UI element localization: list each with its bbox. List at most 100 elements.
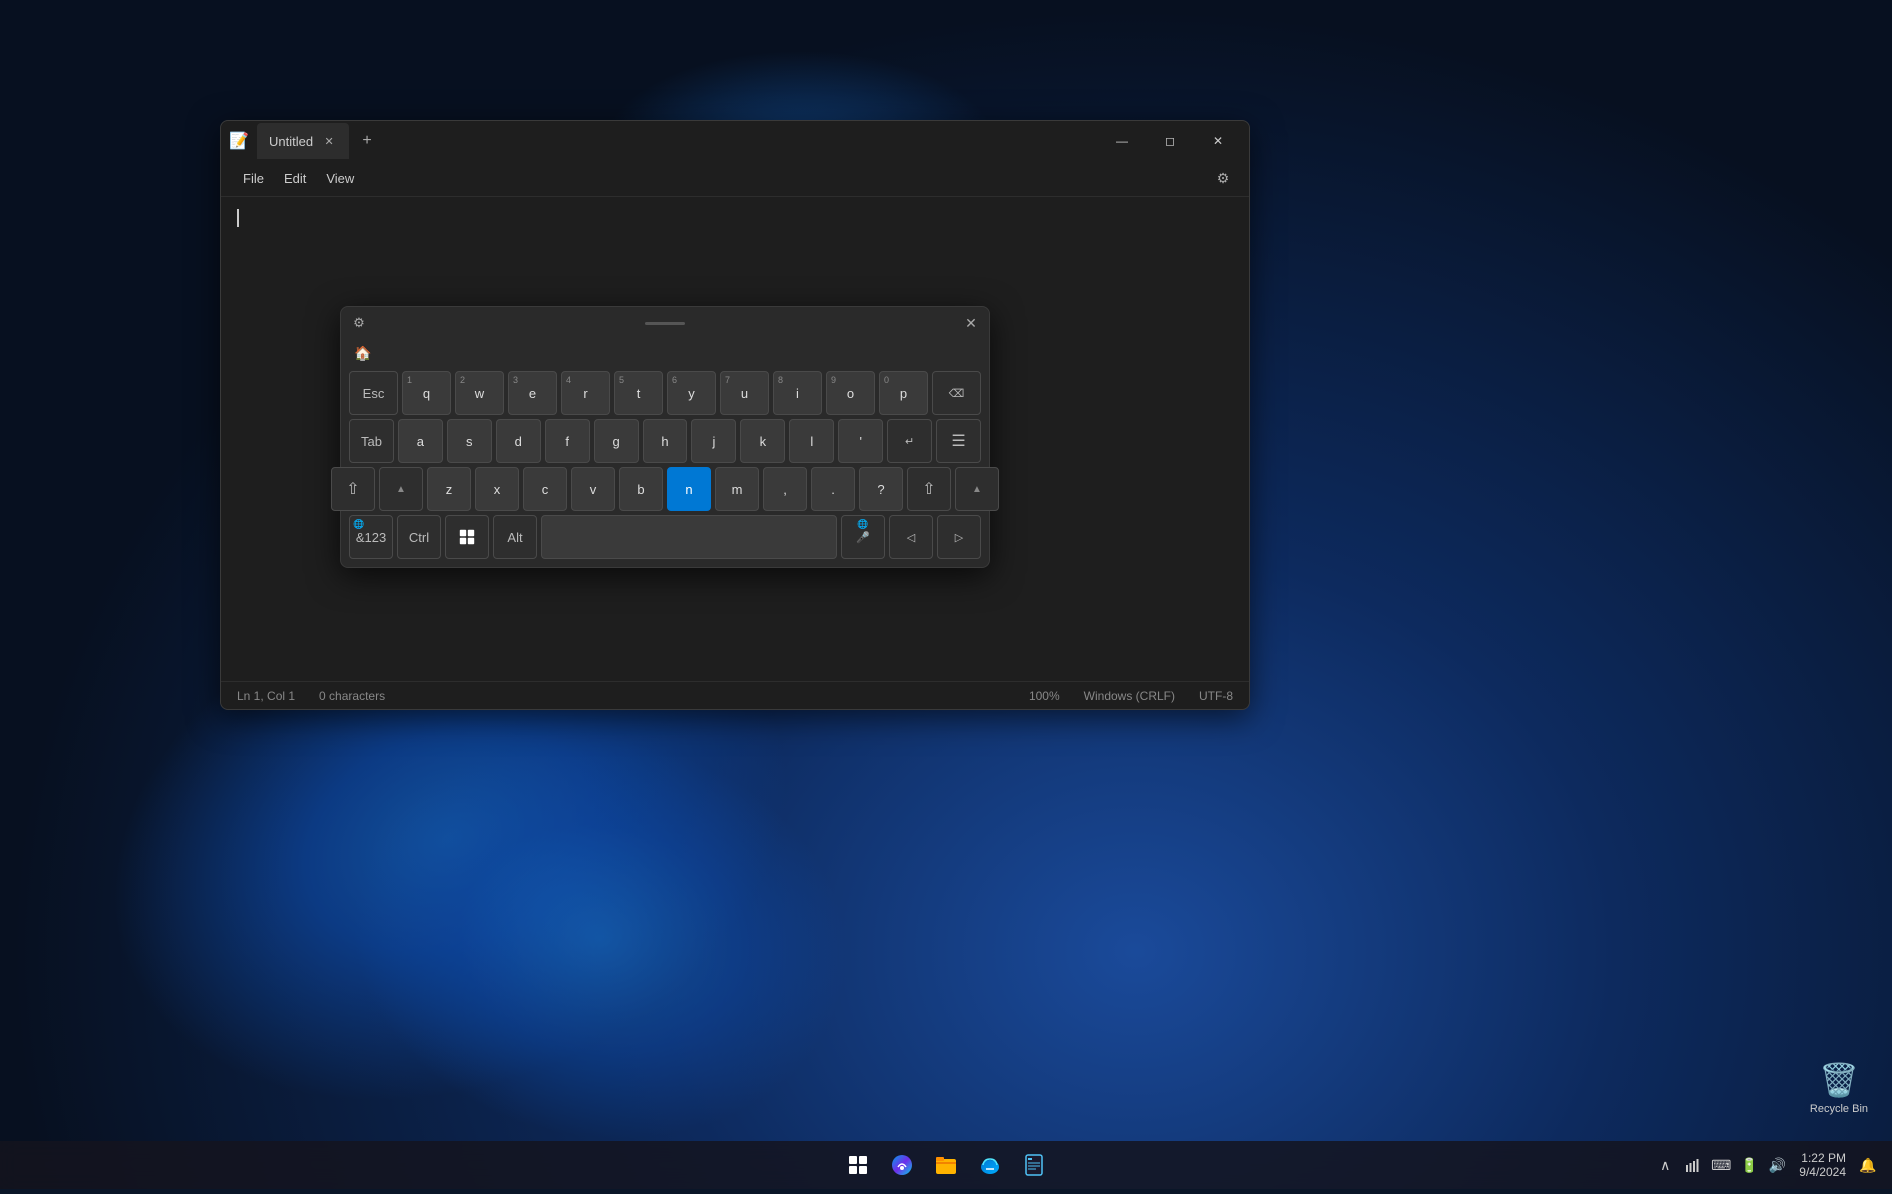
network-icon[interactable] <box>1681 1153 1705 1177</box>
notification-icon[interactable]: 🔔 <box>1856 1153 1880 1177</box>
volume-icon[interactable]: 🔊 <box>1765 1153 1789 1177</box>
key-windows[interactable] <box>445 515 489 559</box>
key-t[interactable]: 5 t <box>614 371 663 415</box>
key-d[interactable]: d <box>496 419 541 463</box>
osk-toolbar: 🏠 <box>341 337 989 371</box>
new-tab-button[interactable]: + <box>353 127 381 155</box>
close-button[interactable]: ✕ <box>1195 125 1241 157</box>
notepad-settings-button[interactable]: ⚙ <box>1209 165 1237 193</box>
key-v[interactable]: v <box>571 467 615 511</box>
key-shift-mode[interactable]: ▲ <box>379 467 423 511</box>
recycle-bin[interactable]: 🗑️ Recycle Bin <box>1806 1057 1872 1119</box>
key-row-1: Esc 1 q 2 w 3 e 4 r 5 t 6 y <box>349 371 981 415</box>
key-scroll[interactable]: ☰ <box>936 419 981 463</box>
key-s[interactable]: s <box>447 419 492 463</box>
key-enter[interactable]: ↵ <box>887 419 932 463</box>
key-z[interactable]: z <box>427 467 471 511</box>
status-line-ending[interactable]: Windows (CRLF) <box>1084 689 1175 703</box>
key-l[interactable]: l <box>789 419 834 463</box>
key-comma[interactable]: , <box>763 467 807 511</box>
key-row-2: Tab a s d f g h j k l ' ↵ ☰ <box>349 419 981 463</box>
key-ctrl[interactable]: Ctrl <box>397 515 441 559</box>
key-q[interactable]: 1 q <box>402 371 451 415</box>
key-row-4: 🌐 &123 Ctrl Alt 🌐 🎤 ◁ ▷ <box>349 515 981 559</box>
osk-settings-button[interactable]: ⚙ <box>349 313 369 333</box>
key-shift-right[interactable]: ⇧ <box>907 467 951 511</box>
edge-button[interactable] <box>970 1145 1010 1185</box>
key-shift-left[interactable]: ⇧ <box>331 467 375 511</box>
key-numbers[interactable]: 🌐 &123 <box>349 515 393 559</box>
status-position: Ln 1, Col 1 <box>237 689 295 703</box>
notepad-taskbar-icon <box>1022 1153 1046 1177</box>
view-menu[interactable]: View <box>316 167 364 190</box>
minimize-button[interactable]: — <box>1099 125 1145 157</box>
osk-emoji-button[interactable]: 🏠 <box>349 339 377 367</box>
battery-icon[interactable]: 🔋 <box>1737 1153 1761 1177</box>
key-i[interactable]: 8 i <box>773 371 822 415</box>
title-bar: 📝 Untitled ✕ + — ◻ ✕ <box>221 121 1249 161</box>
recycle-bin-icon: 🗑️ <box>1819 1061 1859 1099</box>
system-tray-chevron[interactable]: ∧ <box>1653 1153 1677 1177</box>
key-right-arrow[interactable]: ▷ <box>937 515 981 559</box>
copilot-button[interactable] <box>882 1145 922 1185</box>
key-a[interactable]: a <box>398 419 443 463</box>
key-e[interactable]: 3 e <box>508 371 557 415</box>
key-h[interactable]: h <box>643 419 688 463</box>
key-k[interactable]: k <box>740 419 785 463</box>
osk-titlebar: ⚙ ✕ <box>341 307 989 337</box>
notepad-taskbar-button[interactable] <box>1014 1145 1054 1185</box>
file-menu[interactable]: File <box>233 167 274 190</box>
osk-drag-line <box>645 322 685 325</box>
key-esc[interactable]: Esc <box>349 371 398 415</box>
clock-date: 9/4/2024 <box>1799 1165 1846 1179</box>
taskbar: ∧ ⌨ 🔋 🔊 1:22 PM 9/4/2024 🔔 <box>0 1141 1892 1189</box>
key-p[interactable]: 0 p <box>879 371 928 415</box>
key-shift-mode-right[interactable]: ▲ <box>955 467 999 511</box>
status-zoom[interactable]: 100% <box>1029 689 1060 703</box>
key-left-arrow[interactable]: ◁ <box>889 515 933 559</box>
osk-drag-handle[interactable] <box>369 322 961 325</box>
keyboard-icon[interactable]: ⌨ <box>1709 1153 1733 1177</box>
key-j[interactable]: j <box>691 419 736 463</box>
key-apostrophe[interactable]: ' <box>838 419 883 463</box>
key-space[interactable] <box>541 515 837 559</box>
file-explorer-icon <box>934 1153 958 1177</box>
maximize-button[interactable]: ◻ <box>1147 125 1193 157</box>
key-u[interactable]: 7 u <box>720 371 769 415</box>
key-m[interactable]: m <box>715 467 759 511</box>
key-backspace[interactable]: ⌫ <box>932 371 981 415</box>
file-explorer-button[interactable] <box>926 1145 966 1185</box>
taskbar-right: ∧ ⌨ 🔋 🔊 1:22 PM 9/4/2024 🔔 <box>1653 1149 1880 1181</box>
key-alt[interactable]: Alt <box>493 515 537 559</box>
taskbar-icons <box>838 1145 1054 1185</box>
clock-time: 1:22 PM <box>1801 1151 1846 1165</box>
notepad-app-icon: 📝 <box>229 131 249 151</box>
status-encoding[interactable]: UTF-8 <box>1199 689 1233 703</box>
clock[interactable]: 1:22 PM 9/4/2024 <box>1793 1149 1852 1181</box>
tab-area: 📝 Untitled ✕ + <box>229 123 1099 159</box>
key-f[interactable]: f <box>545 419 590 463</box>
recycle-bin-label: Recycle Bin <box>1810 1103 1868 1115</box>
key-w[interactable]: 2 w <box>455 371 504 415</box>
key-r[interactable]: 4 r <box>561 371 610 415</box>
key-period[interactable]: . <box>811 467 855 511</box>
key-b[interactable]: b <box>619 467 663 511</box>
on-screen-keyboard: ⚙ ✕ 🏠 Esc 1 q 2 w 3 e 4 r <box>340 306 990 568</box>
key-mic[interactable]: 🌐 🎤 <box>841 515 885 559</box>
key-o[interactable]: 9 o <box>826 371 875 415</box>
key-c[interactable]: c <box>523 467 567 511</box>
key-x[interactable]: x <box>475 467 519 511</box>
key-tab[interactable]: Tab <box>349 419 394 463</box>
start-button[interactable] <box>838 1145 878 1185</box>
key-n[interactable]: n <box>667 467 711 511</box>
status-bar: Ln 1, Col 1 0 characters 100% Windows (C… <box>221 681 1249 709</box>
osk-close-button[interactable]: ✕ <box>961 313 981 333</box>
tab-close-button[interactable]: ✕ <box>321 133 337 149</box>
key-y[interactable]: 6 y <box>667 371 716 415</box>
edit-menu[interactable]: Edit <box>274 167 316 190</box>
key-g[interactable]: g <box>594 419 639 463</box>
notepad-tab[interactable]: Untitled ✕ <box>257 123 349 159</box>
key-question[interactable]: ? <box>859 467 903 511</box>
key-row-3: ⇧ ▲ z x c v b n m , . ? ⇧ ▲ <box>349 467 981 511</box>
menu-bar: File Edit View ⚙ <box>221 161 1249 197</box>
